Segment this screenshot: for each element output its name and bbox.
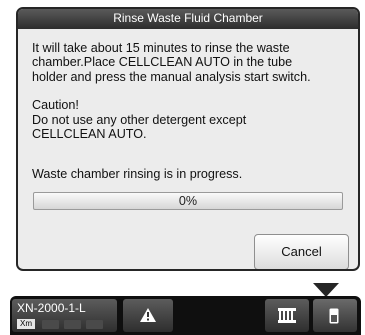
caution-text: Do not use any other detergent except CE… [32,112,247,142]
dialog-title: Rinse Waste Fluid Chamber [18,9,358,29]
progress-bar: 0% [33,192,343,210]
play-icon [64,320,81,329]
alarm-button[interactable] [123,299,173,332]
mode-badge: Xm [17,319,35,329]
progress-percent: 0% [178,194,198,208]
rack-icon [278,308,296,323]
dialog-message: It will take about 15 minutes to rinse t… [32,41,350,141]
caution-heading: Caution! [32,98,79,113]
dialog-pointer [313,283,339,297]
rack-button[interactable] [265,299,309,332]
tube-icon [329,308,339,324]
cancel-button[interactable]: Cancel [254,234,349,269]
rinse-dialog: Rinse Waste Fluid Chamber It will take a… [16,7,360,271]
play-icon [86,320,103,329]
instruction-text: It will take about 15 minutes to rinse t… [32,41,311,84]
play-icon [42,320,59,329]
status-text: Waste chamber rinsing is in progress. [32,167,243,181]
machine-name: XN-2000-1-L [17,301,86,315]
alarm-warning-icon [140,308,156,322]
taskbar: XN-2000-1-L Xm [10,296,361,335]
machine-status-button[interactable]: XN-2000-1-L Xm [12,299,117,332]
tube-holder-button[interactable] [313,299,357,332]
